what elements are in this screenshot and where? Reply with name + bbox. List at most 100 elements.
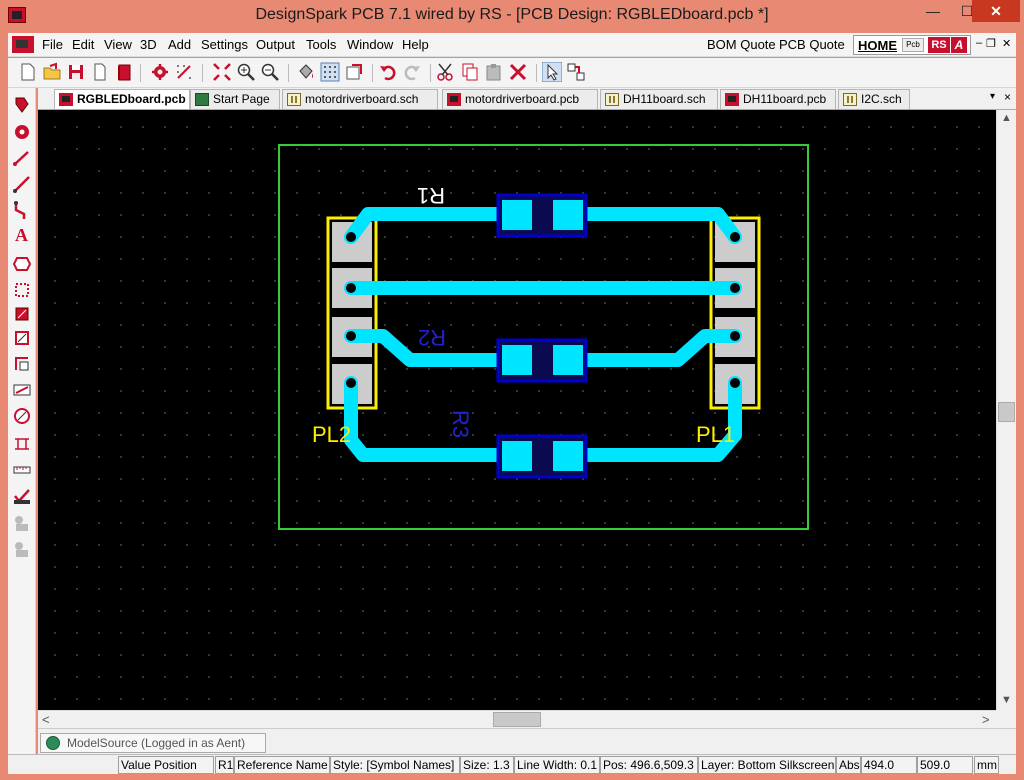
modelsource-label: ModelSource (Logged in as Aent) [67,736,246,750]
delete-icon[interactable] [508,62,528,82]
r1-label[interactable]: R1 [417,183,445,208]
zoom-out-icon[interactable] [260,62,280,82]
resistor-r1[interactable] [496,193,588,238]
scroll-left-arrow[interactable]: < [42,712,50,727]
tab-dh11board-sch[interactable]: DH11board.sch [600,89,718,109]
bom-quote-link[interactable]: BOM Quote [707,37,776,52]
book-icon[interactable] [114,62,134,82]
tab-dh11board-pcb[interactable]: DH11board.pcb [720,89,836,109]
pcb-drawing[interactable]: R1 R2 R3 PL2 PL1 [38,110,996,710]
pl2-hole-4 [346,378,356,388]
add-dimension-icon[interactable] [12,434,32,454]
scroll-down-arrow[interactable]: ▼ [1001,694,1012,706]
scroll-right-arrow[interactable]: > [982,712,990,727]
place-component-icon[interactable] [12,94,32,114]
add-text-icon[interactable]: A [12,224,32,244]
add-circle-icon[interactable] [12,406,32,426]
close-tab-button[interactable]: × [1004,90,1011,104]
save-icon[interactable] [66,62,86,82]
application-window: DesignSpark PCB 7.1 wired by RS - [PCB D… [0,0,1024,780]
mdi-restore-button[interactable]: ❐ [986,37,996,50]
disabled-tool-b-icon[interactable] [12,540,32,560]
route-track-icon[interactable] [12,200,32,220]
status-style: Style: [Symbol Names] [330,756,460,774]
svg-text:A: A [15,225,28,244]
pl1-label[interactable]: PL1 [696,422,735,447]
tab-rgbledboard-pcb[interactable]: RGBLEDboard.pcb [54,89,190,109]
add-via-icon[interactable] [12,122,32,142]
menu-bar: File Edit View 3D Add Settings Output To… [8,33,1016,57]
schematic-icon [843,93,857,106]
menu-output[interactable]: Output [256,37,295,52]
design-rule-check-icon[interactable] [12,486,32,506]
menu-settings[interactable]: Settings [201,37,248,52]
redo-icon[interactable] [402,62,422,82]
menu-tools[interactable]: Tools [306,37,336,52]
document-tab-bar: RGBLEDboard.pcb Start Page motordriverbo… [38,88,1016,110]
component-view-icon[interactable] [344,62,364,82]
menu-view[interactable]: View [104,37,132,52]
scrollbar-corner [996,710,1016,728]
scroll-up-arrow[interactable]: ▲ [1001,112,1012,124]
measure-icon[interactable] [12,460,32,480]
tab-list-dropdown[interactable]: ▾ [990,91,995,102]
settings-gear-icon[interactable] [150,62,170,82]
r3-label[interactable]: R3 [448,410,473,438]
open-folder-icon[interactable] [42,62,62,82]
modelsource-tab[interactable]: ModelSource (Logged in as Aent) [40,733,266,753]
fill-bucket-icon[interactable] [296,62,316,82]
grid-dots-icon[interactable] [174,62,194,82]
add-copper-pour-icon[interactable] [12,304,32,324]
vertical-scroll-thumb[interactable] [998,402,1015,422]
menu-add[interactable]: Add [168,37,191,52]
mdi-minimize-button[interactable]: – [976,37,982,49]
horizontal-scrollbar[interactable]: < > [38,710,996,728]
pl2-label[interactable]: PL2 [312,422,351,447]
document-menu-icon[interactable] [12,36,34,53]
toolbar-separator [140,64,141,82]
pcb-quote-link[interactable]: PCB Quote [779,37,845,52]
new-document-icon[interactable] [18,62,38,82]
cut-icon[interactable] [436,62,456,82]
zoom-in-icon[interactable] [236,62,256,82]
tab-label: Start Page [213,92,270,106]
zoom-fit-icon[interactable] [212,62,232,82]
blank-page-icon[interactable] [90,62,110,82]
tab-i2c-sch[interactable]: I2C.sch [838,89,910,109]
paste-icon[interactable] [484,62,504,82]
add-keepout-icon[interactable] [12,354,32,374]
pcb-icon [447,93,461,106]
add-shape-icon[interactable] [12,254,32,274]
schematic-icon [605,93,619,106]
copy-icon[interactable] [460,62,480,82]
pcb-badge-icon: Pcb [902,38,924,52]
menu-edit[interactable]: Edit [72,37,94,52]
menu-3d[interactable]: 3D [140,37,157,52]
disabled-tool-a-icon[interactable] [12,514,32,534]
tab-motordriverboard-sch[interactable]: motordriverboard.sch [282,89,438,109]
mdi-close-button[interactable]: ✕ [1002,37,1011,50]
home-button[interactable]: HOME Pcb RS A [853,35,971,55]
properties-icon[interactable] [566,62,586,82]
grid-toggle-icon[interactable] [320,62,340,82]
r2-label[interactable]: R2 [418,325,446,350]
undo-icon[interactable] [378,62,398,82]
select-pointer-icon[interactable] [542,62,562,82]
tab-motordriverboard-pcb[interactable]: motordriverboard.pcb [442,89,598,109]
tab-start-page[interactable]: Start Page [190,89,280,109]
menu-help[interactable]: Help [402,37,429,52]
add-cutout-icon[interactable] [12,328,32,348]
tab-label: DH11board.pcb [743,92,827,106]
add-board-outline-icon[interactable] [12,380,32,400]
vertical-scrollbar[interactable]: ▲ ▼ [996,110,1016,710]
horizontal-scroll-thumb[interactable] [493,712,541,727]
resistor-r2[interactable] [496,338,588,383]
close-button[interactable]: ✕ [972,0,1020,22]
pcb-canvas[interactable]: R1 R2 R3 PL2 PL1 [38,110,996,710]
resistor-r3[interactable] [496,434,588,479]
add-track-icon[interactable] [12,148,32,168]
add-connection-icon[interactable] [12,174,32,194]
add-area-icon[interactable] [12,280,32,300]
menu-window[interactable]: Window [347,37,393,52]
menu-file[interactable]: File [42,37,63,52]
